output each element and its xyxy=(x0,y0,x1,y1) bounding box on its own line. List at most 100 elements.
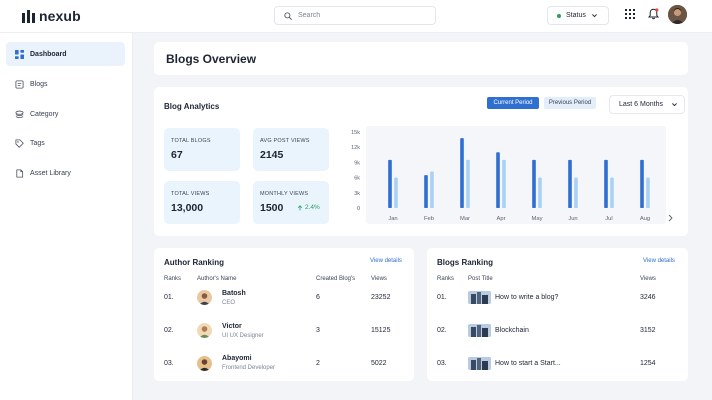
blog-views: 3152 xyxy=(640,327,656,334)
chevron-down-icon xyxy=(591,14,597,18)
sidebar-item-tags[interactable]: Tags xyxy=(6,131,125,155)
column-header-post-title: Post Title xyxy=(468,276,493,282)
y-tick-label: 0 xyxy=(357,206,360,212)
blog-views: 3246 xyxy=(640,294,656,301)
x-tick-label: Jan xyxy=(388,216,397,222)
stat-card-monthly-views: MONTHLY VIEWS 1500 2.4% xyxy=(253,181,329,224)
category-icon xyxy=(15,110,24,118)
author-name: Batosh xyxy=(222,290,246,297)
brand-logo[interactable]: nexub xyxy=(22,8,81,24)
author-avatar xyxy=(197,323,212,338)
sidebar-item-dashboard[interactable]: Dashboard xyxy=(6,42,125,66)
bar-previous-period xyxy=(394,177,398,208)
blogs-ranking-title: Blogs Ranking xyxy=(437,258,494,267)
bar-previous-period xyxy=(538,177,542,208)
bar-current-period xyxy=(568,159,572,208)
blogs-view-details-link[interactable]: View details xyxy=(643,258,675,264)
blogs-ranking-card: Blogs Ranking View details Ranks Post Ti… xyxy=(427,248,688,381)
stat-change: 2.4% xyxy=(297,204,320,211)
current-period-button[interactable]: Current Period xyxy=(487,97,539,109)
tag-icon xyxy=(15,138,24,148)
x-tick-label: Jun xyxy=(568,216,577,222)
page-header: Blogs Overview xyxy=(154,42,688,75)
author-name: Victor xyxy=(222,323,242,330)
column-header-views: Views xyxy=(371,276,387,282)
chevron-right-icon[interactable] xyxy=(668,214,673,222)
bar-current-period xyxy=(604,159,608,208)
column-header-ranks: Ranks xyxy=(164,276,182,282)
bar-current-period xyxy=(496,152,500,208)
blog-thumbnail xyxy=(468,291,491,304)
y-tick-label: 3k xyxy=(354,191,360,197)
sidebar-item-label: Category xyxy=(30,110,59,118)
stat-card-total-views: TOTAL VIEWS 13,000 xyxy=(164,181,240,224)
bar-previous-period xyxy=(574,177,578,208)
column-header-author-name: Author's Name xyxy=(197,276,237,282)
blog-title[interactable]: How to start a Start... xyxy=(495,360,561,367)
bar-current-period xyxy=(532,159,536,208)
stat-value: 67 xyxy=(171,149,183,161)
stat-value: 1500 xyxy=(260,202,284,214)
bar-previous-period xyxy=(610,177,614,208)
stat-label: TOTAL VIEWS xyxy=(171,191,210,197)
analytics-chart: 15k 12k 9k 6k 3k 0 Jan Feb Mar Apr May Jun Jul Aug xyxy=(342,124,684,229)
dashboard-icon xyxy=(15,49,24,59)
arrow-up-icon xyxy=(297,204,303,210)
previous-period-button[interactable]: Previous Period xyxy=(544,97,596,109)
status-dropdown[interactable]: Status xyxy=(547,6,609,25)
bar-previous-period xyxy=(502,159,506,208)
sidebar-item-blogs[interactable]: Blogs xyxy=(6,72,125,96)
author-avatar xyxy=(197,356,212,371)
stat-change-value: 2.4% xyxy=(305,204,320,211)
bar-previous-period xyxy=(430,171,434,208)
sidebar-item-asset-library[interactable]: Asset Library xyxy=(6,161,125,185)
author-views: 23252 xyxy=(371,294,391,301)
range-dropdown[interactable]: Last 6 Months xyxy=(609,95,685,114)
blog-title[interactable]: Blockchain xyxy=(495,327,529,334)
author-ranking-card: Author Ranking View details Ranks Author… xyxy=(154,248,414,381)
blog-rank: 02. xyxy=(437,327,447,334)
blog-analytics-card: Blog Analytics Current Period Previous P… xyxy=(154,87,688,236)
sidebar-item-label: Dashboard xyxy=(30,50,67,58)
blogs-icon xyxy=(15,79,24,89)
author-role: UI UX Designer xyxy=(222,333,264,339)
stat-value: 2145 xyxy=(260,149,284,161)
stat-label: MONTHLY VIEWS xyxy=(260,191,309,197)
blog-title[interactable]: How to write a blog? xyxy=(495,294,558,301)
author-rank: 01. xyxy=(164,294,174,301)
author-views: 15125 xyxy=(371,327,391,334)
chevron-down-icon xyxy=(672,103,677,107)
author-role: CEO xyxy=(222,300,236,306)
y-tick-label: 6k xyxy=(354,176,360,182)
sidebar-item-category[interactable]: Category xyxy=(6,102,125,126)
sidebar-item-label: Blogs xyxy=(30,80,48,88)
apps-grid-icon[interactable] xyxy=(625,9,635,19)
bar-current-period xyxy=(424,175,428,208)
brand-name: nexub xyxy=(39,8,81,24)
sidebar: Dashboard Blogs Category Tags Asset Libr… xyxy=(0,33,133,400)
blog-thumbnail xyxy=(468,324,491,337)
x-tick-label: Feb xyxy=(424,216,434,222)
author-view-details-link[interactable]: View details xyxy=(370,258,402,264)
author-blog-count: 2 xyxy=(316,360,320,367)
stat-card-avg-post-views: AVG POST VIEWS 2145 xyxy=(253,128,329,171)
y-tick-label: 12k xyxy=(351,145,360,151)
blog-rank: 01. xyxy=(437,294,447,301)
author-views: 5022 xyxy=(371,360,387,367)
sidebar-item-label: Asset Library xyxy=(30,169,71,177)
x-tick-label: Mar xyxy=(460,216,470,222)
stat-card-total-blogs: TOTAL BLOGS 67 xyxy=(164,128,240,171)
bell-icon[interactable] xyxy=(648,8,659,20)
search-input[interactable] xyxy=(298,12,418,19)
blog-views: 1254 xyxy=(640,360,656,367)
column-header-views: Views xyxy=(640,276,656,282)
column-header-created-blogs: Created Blog's xyxy=(316,276,356,282)
author-blog-count: 6 xyxy=(316,294,320,301)
status-dot xyxy=(557,13,561,18)
search-box[interactable] xyxy=(274,6,436,25)
range-label: Last 6 Months xyxy=(619,101,663,108)
bar-current-period xyxy=(640,159,644,208)
bar-current-period xyxy=(388,159,392,208)
bar-current-period xyxy=(460,138,464,208)
user-avatar[interactable] xyxy=(668,5,687,24)
